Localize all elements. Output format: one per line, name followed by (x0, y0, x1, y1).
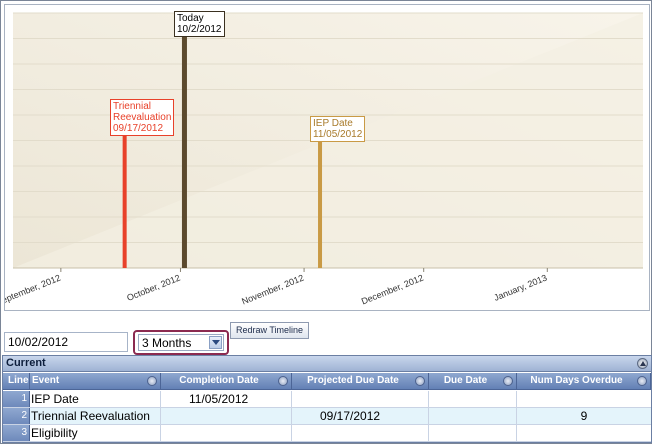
event-label-title-line2: Reevaluation (113, 112, 172, 123)
table-row[interactable]: 1 IEP Date 11/05/2012 (3, 391, 651, 408)
row-completion-date: 11/05/2012 (161, 391, 292, 407)
sort-icon[interactable] (637, 376, 647, 386)
column-header-due-date[interactable]: Due Date (429, 373, 517, 390)
sort-icon[interactable] (278, 376, 288, 386)
grid-column-header: Line Event Completion Date Projected Due… (3, 373, 651, 390)
event-bar[interactable] (181, 15, 187, 268)
sort-icon[interactable] (415, 376, 425, 386)
column-header-label: Projected Due Date (307, 375, 399, 386)
event-label-today: Today 10/2/2012 (174, 11, 225, 37)
chart-x-ticks: September, 2012 October, 2012 November, 20… (5, 268, 548, 307)
row-line-number: 3 (3, 425, 30, 441)
row-line-number: 2 (3, 408, 30, 424)
column-header-label: Event (32, 375, 60, 386)
section-title: Current (6, 357, 46, 369)
timeline-chart: September, 2012 October, 2012 November, 20… (4, 4, 650, 311)
timeline-chart-plot: September, 2012 October, 2012 November, 20… (5, 12, 643, 307)
row-due-date (429, 408, 517, 424)
column-header-projected-due-date[interactable]: Projected Due Date (292, 373, 429, 390)
section-header: Current (3, 356, 651, 372)
x-tick-label: October, 2012 (125, 273, 181, 303)
column-header-label: Num Days Overdue (530, 375, 623, 386)
range-select[interactable]: 3 Months (138, 334, 224, 351)
event-label-triennial: Triennial Reevaluation 09/17/2012 (110, 99, 175, 136)
row-event: Triennial Reevaluation (30, 408, 161, 424)
event-label-date: 09/17/2012 (113, 123, 164, 134)
event-label-date: 11/05/2012 (313, 129, 363, 140)
event-label-title: Today (177, 13, 204, 24)
range-select-highlight: 3 Months (133, 330, 229, 355)
table-row[interactable]: 2 Triennial Reevaluation 09/17/2012 9 (3, 408, 651, 425)
row-projected-due-date (292, 425, 429, 441)
sort-icon[interactable] (147, 376, 157, 386)
row-num-days-overdue: 9 (580, 409, 588, 423)
event-label-iep-date: IEP Date 11/05/2012 (310, 116, 366, 142)
range-select-value: 3 Months (142, 336, 192, 350)
chevron-down-icon[interactable] (209, 336, 222, 349)
row-event: IEP Date (30, 391, 161, 407)
event-bar[interactable] (122, 133, 127, 268)
row-due-date (429, 425, 517, 441)
row-num-days-overdue (517, 391, 651, 407)
column-header-label: Due Date (443, 375, 488, 386)
column-header-completion-date[interactable]: Completion Date (161, 373, 292, 390)
column-header-line[interactable]: Line (3, 373, 30, 390)
event-label-title: IEP Date (313, 118, 353, 129)
table-row[interactable]: 3 Eligibility (3, 425, 651, 442)
row-due-date (429, 391, 517, 407)
row-num-days-overdue (517, 425, 651, 441)
row-projected-due-date: 09/17/2012 (292, 408, 429, 424)
event-label-date: 10/2/2012 (177, 24, 222, 35)
timeline-window: September, 2012 October, 2012 November, 20… (0, 0, 652, 444)
x-tick-label: December, 2012 (360, 273, 425, 307)
row-event: Eligibility (30, 425, 161, 441)
collapse-icon[interactable] (637, 358, 648, 369)
row-projected-due-date (292, 391, 429, 407)
event-label-title: Triennial (113, 101, 151, 112)
row-completion-date (161, 425, 292, 441)
events-grid: Current Line Event Completion Date Proje… (2, 355, 652, 443)
redraw-timeline-button[interactable]: Redraw Timeline (230, 322, 309, 339)
row-completion-date (161, 408, 292, 424)
column-header-event[interactable]: Event (30, 373, 161, 390)
column-header-label: Line (8, 375, 29, 386)
x-tick-label: January, 2013 (492, 273, 548, 303)
sort-icon[interactable] (503, 376, 513, 386)
column-header-label: Completion Date (179, 375, 259, 386)
x-tick-label: November, 2012 (240, 273, 305, 307)
x-tick-label: September, 2012 (5, 273, 62, 308)
row-line-number: 1 (3, 391, 30, 407)
date-input[interactable] (4, 332, 128, 352)
event-bar[interactable] (318, 140, 323, 268)
column-header-num-days-overdue[interactable]: Num Days Overdue (517, 373, 651, 390)
